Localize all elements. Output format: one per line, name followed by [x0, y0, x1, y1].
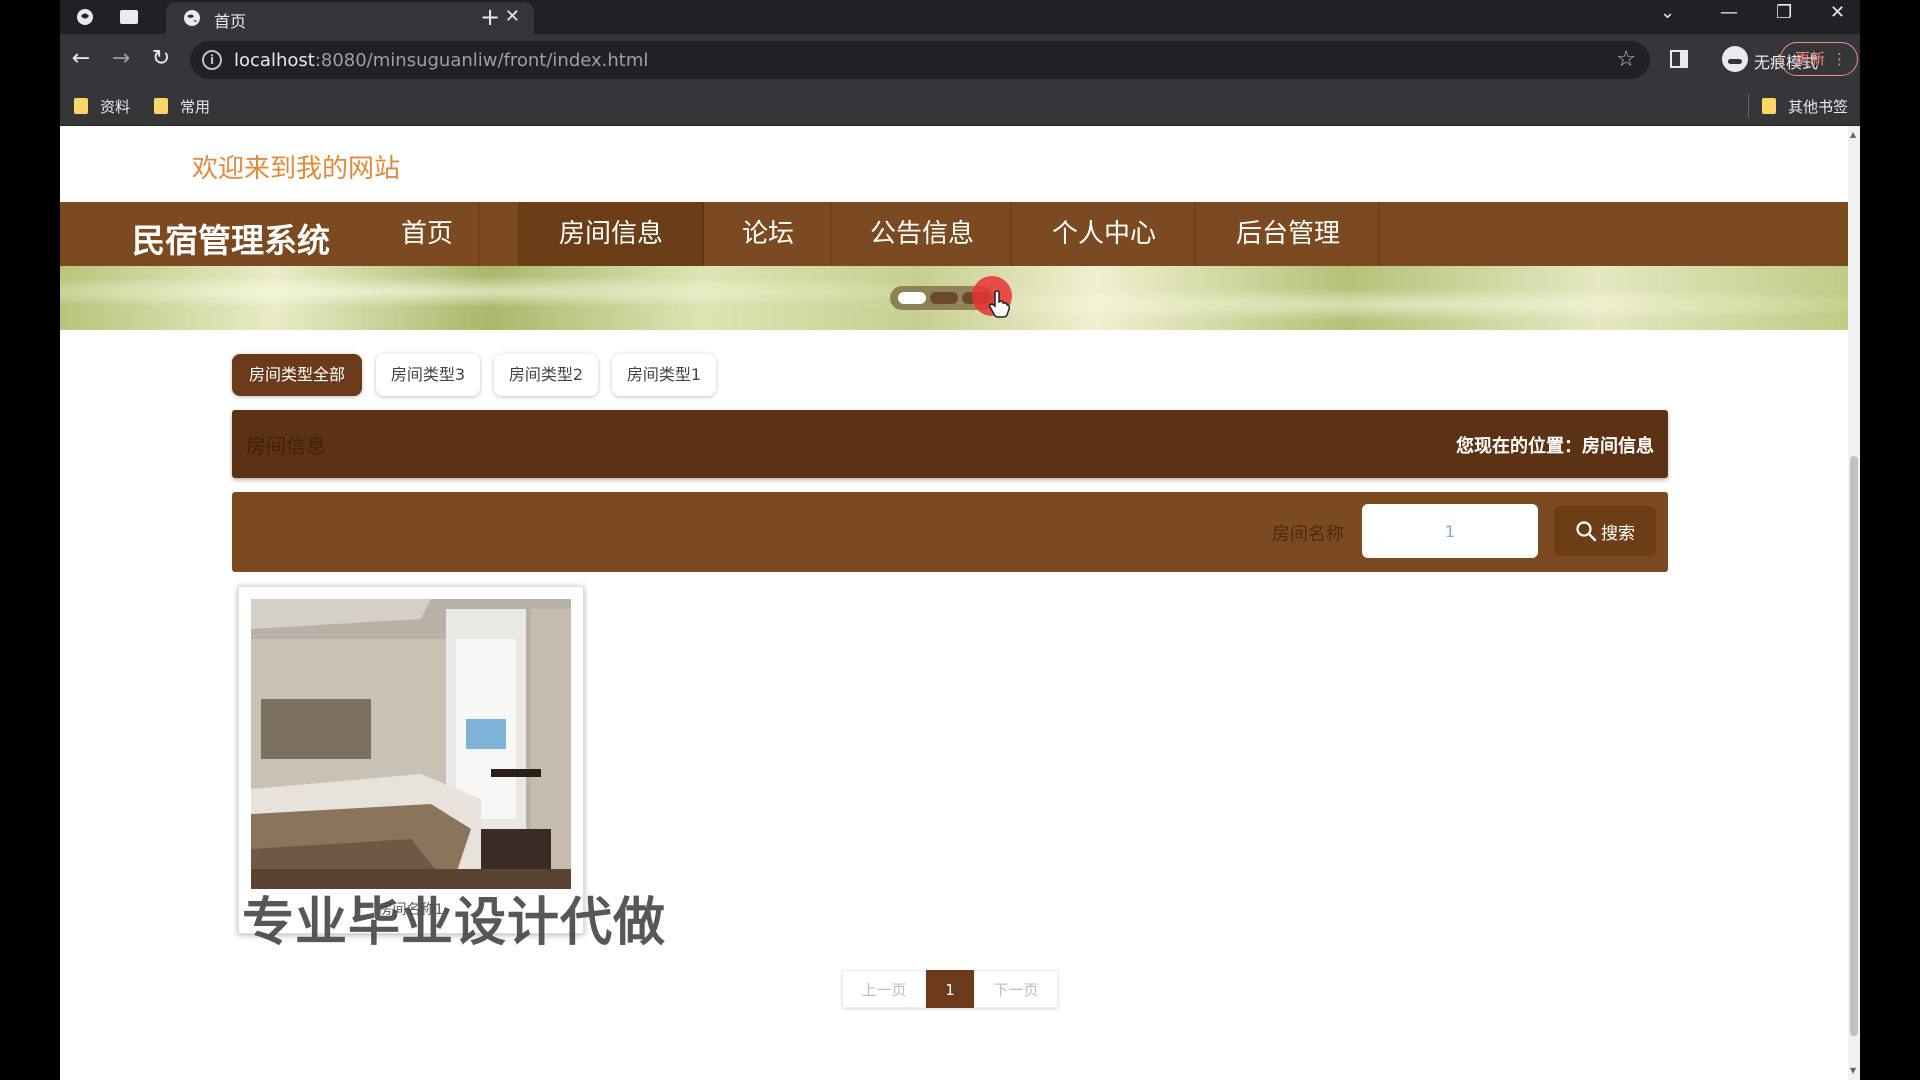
next-page-button[interactable]: 下一页: [974, 970, 1058, 1008]
tab-title: 首页: [214, 12, 247, 31]
close-icon[interactable]: ✕: [505, 6, 520, 27]
nav-rooms[interactable]: 房间信息: [518, 202, 704, 266]
url-path: :8080/minsuguanliw/front/index.html: [314, 50, 649, 71]
tab-strip: 首页 ✕ + ⌄ — ❐ ✕: [60, 0, 1860, 34]
tab-search-chevron-icon[interactable]: ⌄: [1660, 2, 1675, 23]
bookmarks-bar: 资料 常用 其他书签: [60, 86, 1860, 126]
globe-icon: [182, 8, 202, 32]
nav-announcements[interactable]: 公告信息: [832, 202, 1012, 266]
window-close-icon[interactable]: ✕: [1830, 2, 1845, 23]
room-image[interactable]: [251, 599, 571, 889]
bookmark-label: 常用: [180, 97, 211, 116]
update-button[interactable]: 更新: [1780, 42, 1858, 76]
bookmark-folder-changyong[interactable]: 常用: [154, 94, 210, 118]
other-bookmarks-label: 其他书签: [1788, 97, 1849, 116]
reload-icon[interactable]: ↻: [146, 46, 176, 71]
scroll-up-icon[interactable]: ▲: [1850, 130, 1856, 139]
main-navbar: 民宿管理系统 首页 房间信息 论坛 公告信息 个人中心 后台管理: [60, 202, 1848, 266]
search-button-label: 搜索: [1601, 523, 1635, 544]
tab-search-icon[interactable]: [74, 6, 96, 28]
nav-home[interactable]: 首页: [374, 202, 480, 266]
page-viewport: 欢迎来到我的网站 民宿管理系统 首页 房间信息 论坛 公告信息 个人中心 后台管…: [60, 126, 1860, 1080]
browser-toolbar: ← → ↻ i localhost:8080/minsuguanliw/fron…: [60, 34, 1860, 86]
folder-icon: [74, 98, 88, 114]
nav-forum[interactable]: 论坛: [704, 202, 832, 266]
hand-cursor-icon: [988, 290, 1011, 322]
folder-icon: [154, 98, 168, 114]
screen: 首页 ✕ + ⌄ — ❐ ✕ ← → ↻ i localhost:8080/mi…: [0, 0, 1920, 1080]
page-1-button[interactable]: 1: [926, 970, 974, 1008]
site-title: 民宿管理系统: [132, 221, 330, 260]
search-bar: 房间名称 搜索: [232, 492, 1668, 572]
search-icon: [1576, 521, 1597, 542]
side-panel-icon[interactable]: [1670, 50, 1688, 68]
page-scrollbar[interactable]: ▲ ▼: [1848, 126, 1860, 1080]
welcome-text: 欢迎来到我的网站: [192, 154, 401, 184]
section-title: 房间信息: [246, 434, 326, 458]
nav-admin[interactable]: 后台管理: [1196, 202, 1380, 266]
bookmark-star-icon[interactable]: ☆: [1616, 47, 1636, 72]
restore-icon[interactable]: ❐: [1776, 2, 1792, 23]
breadcrumb: 您现在的位置：房间信息: [1456, 436, 1654, 457]
forward-icon[interactable]: →: [106, 46, 136, 71]
tab-home[interactable]: 首页 ✕: [166, 2, 534, 34]
scroll-down-icon[interactable]: ▼: [1850, 1066, 1856, 1075]
watermark-overlay: 专业毕业设计代做: [242, 893, 667, 953]
prev-page-button[interactable]: 上一页: [842, 970, 926, 1008]
other-bookmarks[interactable]: 其他书签: [1762, 94, 1848, 118]
back-icon[interactable]: ←: [66, 46, 96, 71]
new-tab-icon[interactable]: +: [480, 3, 500, 31]
tab-group-icon[interactable]: [118, 6, 140, 28]
category-tab-3[interactable]: 房间类型3: [376, 354, 480, 396]
bookmarks-divider: [1748, 94, 1749, 118]
carousel-dot-1[interactable]: [898, 292, 926, 304]
bookmark-label: 资料: [100, 97, 131, 116]
scroll-thumb[interactable]: [1850, 456, 1858, 1036]
browser-window: 首页 ✕ + ⌄ — ❐ ✕ ← → ↻ i localhost:8080/mi…: [60, 0, 1860, 1080]
address-bar[interactable]: i localhost:8080/minsuguanliw/front/inde…: [190, 41, 1650, 79]
search-button[interactable]: 搜索: [1554, 506, 1656, 556]
nav-personal-center[interactable]: 个人中心: [1012, 202, 1196, 266]
search-input[interactable]: [1362, 504, 1538, 558]
carousel-dot-2[interactable]: [930, 292, 958, 304]
url-host: localhost: [234, 50, 315, 71]
url-text[interactable]: localhost:8080/minsuguanliw/front/index.…: [234, 50, 648, 71]
folder-icon: [1762, 98, 1776, 114]
category-tab-2[interactable]: 房间类型2: [494, 354, 598, 396]
search-label: 房间名称: [1272, 524, 1344, 545]
info-icon[interactable]: i: [202, 50, 222, 70]
minimize-icon[interactable]: —: [1720, 2, 1738, 23]
category-tab-1[interactable]: 房间类型1: [612, 354, 716, 396]
pagination: 上一页 1 下一页: [842, 970, 1058, 1008]
banner-carousel: [60, 266, 1848, 330]
bookmark-folder-ziliao[interactable]: 资料: [74, 94, 130, 118]
category-tab-all[interactable]: 房间类型全部: [232, 354, 362, 396]
section-header: 房间信息 您现在的位置：房间信息: [232, 410, 1668, 478]
incognito-icon[interactable]: [1722, 46, 1748, 72]
